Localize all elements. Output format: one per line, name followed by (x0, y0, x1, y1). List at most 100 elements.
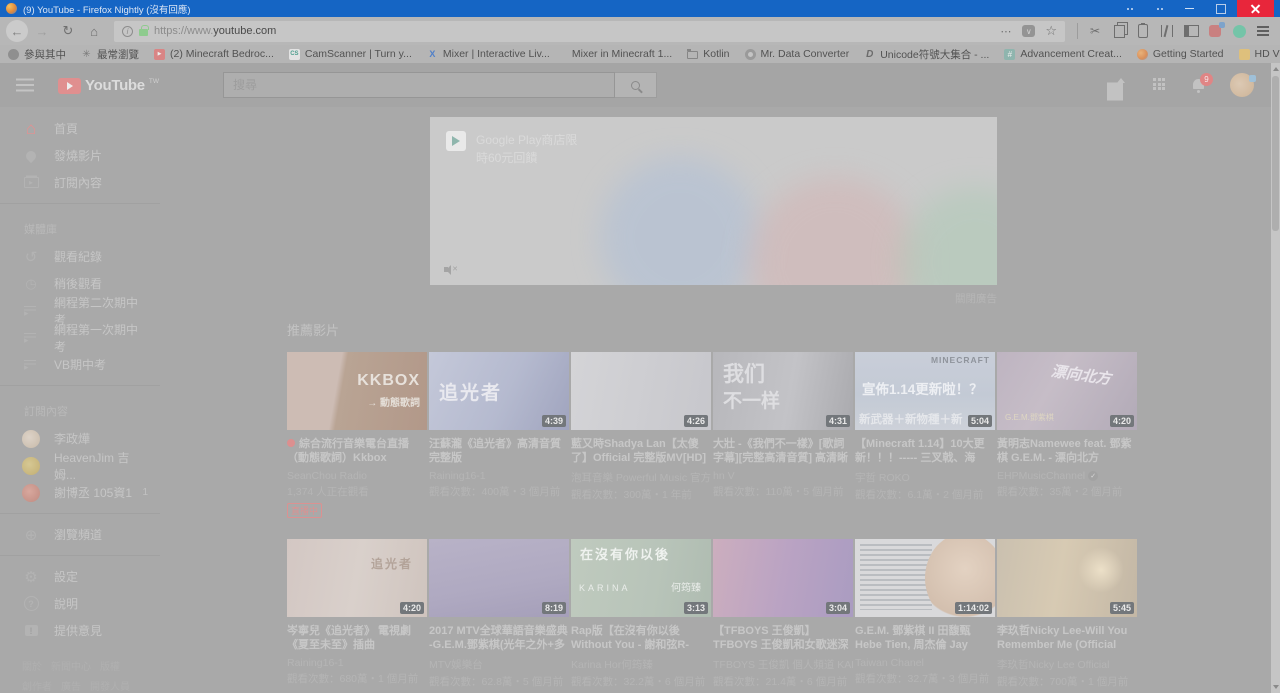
url-bar[interactable]: i https://www.youtube.com ⋯ ∨ ☆ (114, 21, 1065, 42)
page-info-icon[interactable]: i (122, 26, 133, 37)
page-scrollbar[interactable] (1271, 63, 1280, 693)
bookmark-item[interactable]: 最常瀏覽 (81, 47, 139, 62)
video-thumbnail[interactable]: 在沒有你以後 KARINA 何筠臻 3:13 (571, 539, 711, 617)
footer-link[interactable]: 廣告 (61, 678, 81, 693)
sidebar-item-browse-channels[interactable]: 瀏覽頻道 (0, 521, 160, 548)
video-thumbnail[interactable]: 4:26 (571, 352, 711, 430)
video-channel[interactable]: 宇哲 ROKO (855, 470, 995, 485)
video-thumbnail[interactable]: 漂向北方 G.E.M.鄧紫棋 4:20 (997, 352, 1137, 430)
page-actions-icon[interactable]: ⋯ (1000, 25, 1012, 38)
video-thumbnail[interactable]: 5:45 (997, 539, 1137, 617)
video-title[interactable]: 【TFBOYS 王俊凱】TFBOYS 王俊凱和女歌迷深情演繹 《樹 (713, 624, 853, 652)
close-button[interactable] (1237, 0, 1274, 17)
apps-grid-icon[interactable] (1153, 78, 1167, 92)
minimize-button[interactable] (1173, 0, 1205, 17)
video-channel[interactable]: Raining16-1 (429, 470, 569, 482)
video-channel[interactable]: Karina Hor何筠臻 (571, 657, 711, 672)
video-channel[interactable]: Raining16-1 (287, 657, 427, 669)
video-card[interactable]: 追光者 4:20 岑寧兒《追光者》 電視劇《夏至未至》插曲 Raining16-… (287, 539, 427, 689)
menu-icon[interactable] (1252, 20, 1274, 42)
bookmark-item[interactable]: Getting Started (1137, 48, 1224, 60)
forward-button[interactable]: → (30, 20, 54, 42)
back-button[interactable]: ← (6, 20, 28, 42)
video-channel[interactable]: EHPMusicChannel ✓ (997, 470, 1137, 482)
video-card[interactable]: MINECRAFT 宣佈1.14更新啦！？ 新武器＋新物種＋新 5:04 【Mi… (855, 352, 995, 519)
sidebar-subscription-item[interactable]: HeavenJim 吉姆... (0, 452, 160, 479)
notifications-bell-icon[interactable]: 9 (1191, 78, 1206, 93)
bookmark-item[interactable]: Advancement Creat... (1004, 48, 1122, 60)
footer-link[interactable]: 創作者 (22, 678, 52, 693)
video-channel[interactable]: MTV娛樂台 (429, 657, 569, 672)
hamburger-menu-icon[interactable] (16, 79, 34, 92)
secure-lock-icon[interactable] (139, 29, 148, 36)
search-button[interactable] (615, 72, 657, 98)
video-title[interactable]: Rap版【在沒有你以後 Without You - 謝和弦R- (571, 624, 711, 652)
video-title[interactable]: 綜合流行音樂電台直播（動態歌詞）Kkbox Chinese (287, 437, 427, 465)
video-card[interactable]: 5:45 李玖哲Nicky Lee-Will You Remember Me (… (997, 539, 1137, 689)
video-title[interactable]: 岑寧兒《追光者》 電視劇《夏至未至》插曲 (287, 624, 427, 652)
video-thumbnail[interactable]: 我们 不一样 4:31 (713, 352, 853, 430)
extension-green-icon[interactable] (1233, 25, 1246, 38)
video-thumbnail[interactable]: 3:04 (713, 539, 853, 617)
mute-icon[interactable] (444, 265, 458, 275)
upload-icon[interactable] (1113, 78, 1129, 92)
home-button[interactable]: ⌂ (82, 20, 106, 42)
sidebar-subscription-item[interactable]: 謝博丞 105資1 1 (0, 479, 160, 506)
video-thumbnail[interactable]: KKBOX → 動態歌詞 (287, 352, 427, 430)
sidebar-item[interactable]: VB期中考 (0, 351, 160, 378)
sidebar-toggle-icon[interactable] (1180, 20, 1202, 42)
screenshot-scissors-icon[interactable]: ✂ (1084, 20, 1106, 42)
video-channel[interactable]: 泡耳音樂 Powerful Music 官方... (571, 470, 711, 485)
video-thumbnail[interactable]: 8:19 (429, 539, 569, 617)
video-card[interactable]: 追光者 4:39 汪蘇瀧《追光者》高清音質完整版 Raining16-1 觀看次… (429, 352, 569, 519)
scroll-down-arrow-icon[interactable] (1271, 682, 1280, 692)
scrollbar-thumb[interactable] (1272, 76, 1279, 231)
extension-red-icon[interactable] (1209, 25, 1221, 37)
bookmark-item[interactable]: CamScanner | Turn y... (289, 48, 412, 60)
footer-link[interactable]: 關於 (22, 658, 42, 673)
video-card[interactable]: KKBOX → 動態歌詞 綜合流行音樂電台直播（動態歌詞）Kkbox Chine… (287, 352, 427, 519)
video-title[interactable]: 2017 MTV全球華語音樂盛典 -G.E.M.鄧紫棋(光年之外+多遠 (429, 624, 569, 652)
bookmark-item[interactable]: HD Video Converter,... (1239, 48, 1280, 60)
video-card[interactable]: 我们 不一样 4:31 大壯 -《我們不一樣》[歌詞字幕][完整高清音質] 高清… (713, 352, 853, 519)
video-title[interactable]: 李玖哲Nicky Lee-Will You Remember Me (Offic… (997, 624, 1137, 652)
bookmark-item[interactable]: Mr. Data Converter (745, 48, 850, 60)
video-card[interactable]: 1:14:02 G.E.M. 鄧紫棋 II 田馥甄 Hebe Tien, 周杰倫… (855, 539, 995, 689)
tag-icon[interactable] (1132, 20, 1154, 42)
bookmark-star-icon[interactable]: ☆ (1045, 23, 1057, 39)
library-icon[interactable] (1156, 20, 1178, 42)
video-channel[interactable]: hn V (713, 470, 853, 482)
video-thumbnail[interactable]: 追光者 4:20 (287, 539, 427, 617)
video-card[interactable]: 8:19 2017 MTV全球華語音樂盛典 -G.E.M.鄧紫棋(光年之外+多遠… (429, 539, 569, 689)
sidebar-item[interactable]: 觀看紀錄 (0, 243, 160, 270)
search-input[interactable] (223, 72, 615, 98)
video-channel[interactable]: SeanChou Radio (287, 470, 427, 482)
footer-link[interactable]: 版權 (100, 658, 120, 673)
video-card[interactable]: 漂向北方 G.E.M.鄧紫棋 4:20 黃明志Namewee feat. 鄧紫棋… (997, 352, 1137, 519)
footer-link[interactable]: 開發人員 (90, 678, 130, 693)
video-thumbnail[interactable]: MINECRAFT 宣佈1.14更新啦！？ 新武器＋新物種＋新 5:04 (855, 352, 995, 430)
ad-banner[interactable]: Google Play商店限 時60元回饋 (430, 117, 997, 285)
youtube-logo[interactable]: YouTube TW (58, 77, 159, 94)
close-ad-link[interactable]: 關閉廣告 (955, 293, 997, 305)
video-thumbnail[interactable]: 追光者 4:39 (429, 352, 569, 430)
reload-button[interactable]: ↻ (56, 20, 80, 42)
bookmark-item[interactable]: (2) Minecraft Bedroc... (154, 48, 274, 60)
video-thumbnail[interactable]: 1:14:02 (855, 539, 995, 617)
video-title[interactable]: 黃明志Namewee feat. 鄧紫棋 G.E.M. - 漂向北方 Stran… (997, 437, 1137, 465)
bookmark-item[interactable]: Mixer | Interactive Liv... (427, 48, 550, 60)
video-card[interactable]: 4:26 藍又時Shadya Lan【太傻了】Official 完整版MV[HD… (571, 352, 711, 519)
video-channel[interactable]: Taiwan Chanel (855, 657, 995, 669)
account-avatar[interactable] (1230, 73, 1254, 97)
restore-button[interactable] (1205, 0, 1237, 17)
sidebar-item[interactable]: 設定 (0, 563, 160, 590)
sidebar-item[interactable]: 提供意見 (0, 617, 160, 644)
video-title[interactable]: 藍又時Shadya Lan【太傻了】Official 完整版MV[HD]（韓劇 (571, 437, 711, 465)
video-card[interactable]: 3:04 【TFBOYS 王俊凱】TFBOYS 王俊凱和女歌迷深情演繹 《樹 T… (713, 539, 853, 689)
sidebar-item[interactable]: 網程第一次期中考 (0, 324, 160, 351)
video-title[interactable]: 【Minecraft 1.14】10大更新！！！----- 三叉戟、海豚、 (855, 437, 995, 465)
video-card[interactable]: 在沒有你以後 KARINA 何筠臻 3:13 Rap版【在沒有你以後 Witho… (571, 539, 711, 689)
sidebar-item[interactable]: 發燒影片 (0, 142, 160, 169)
video-title[interactable]: 汪蘇瀧《追光者》高清音質完整版 (429, 437, 569, 465)
pocket-icon[interactable]: ∨ (1022, 25, 1035, 37)
